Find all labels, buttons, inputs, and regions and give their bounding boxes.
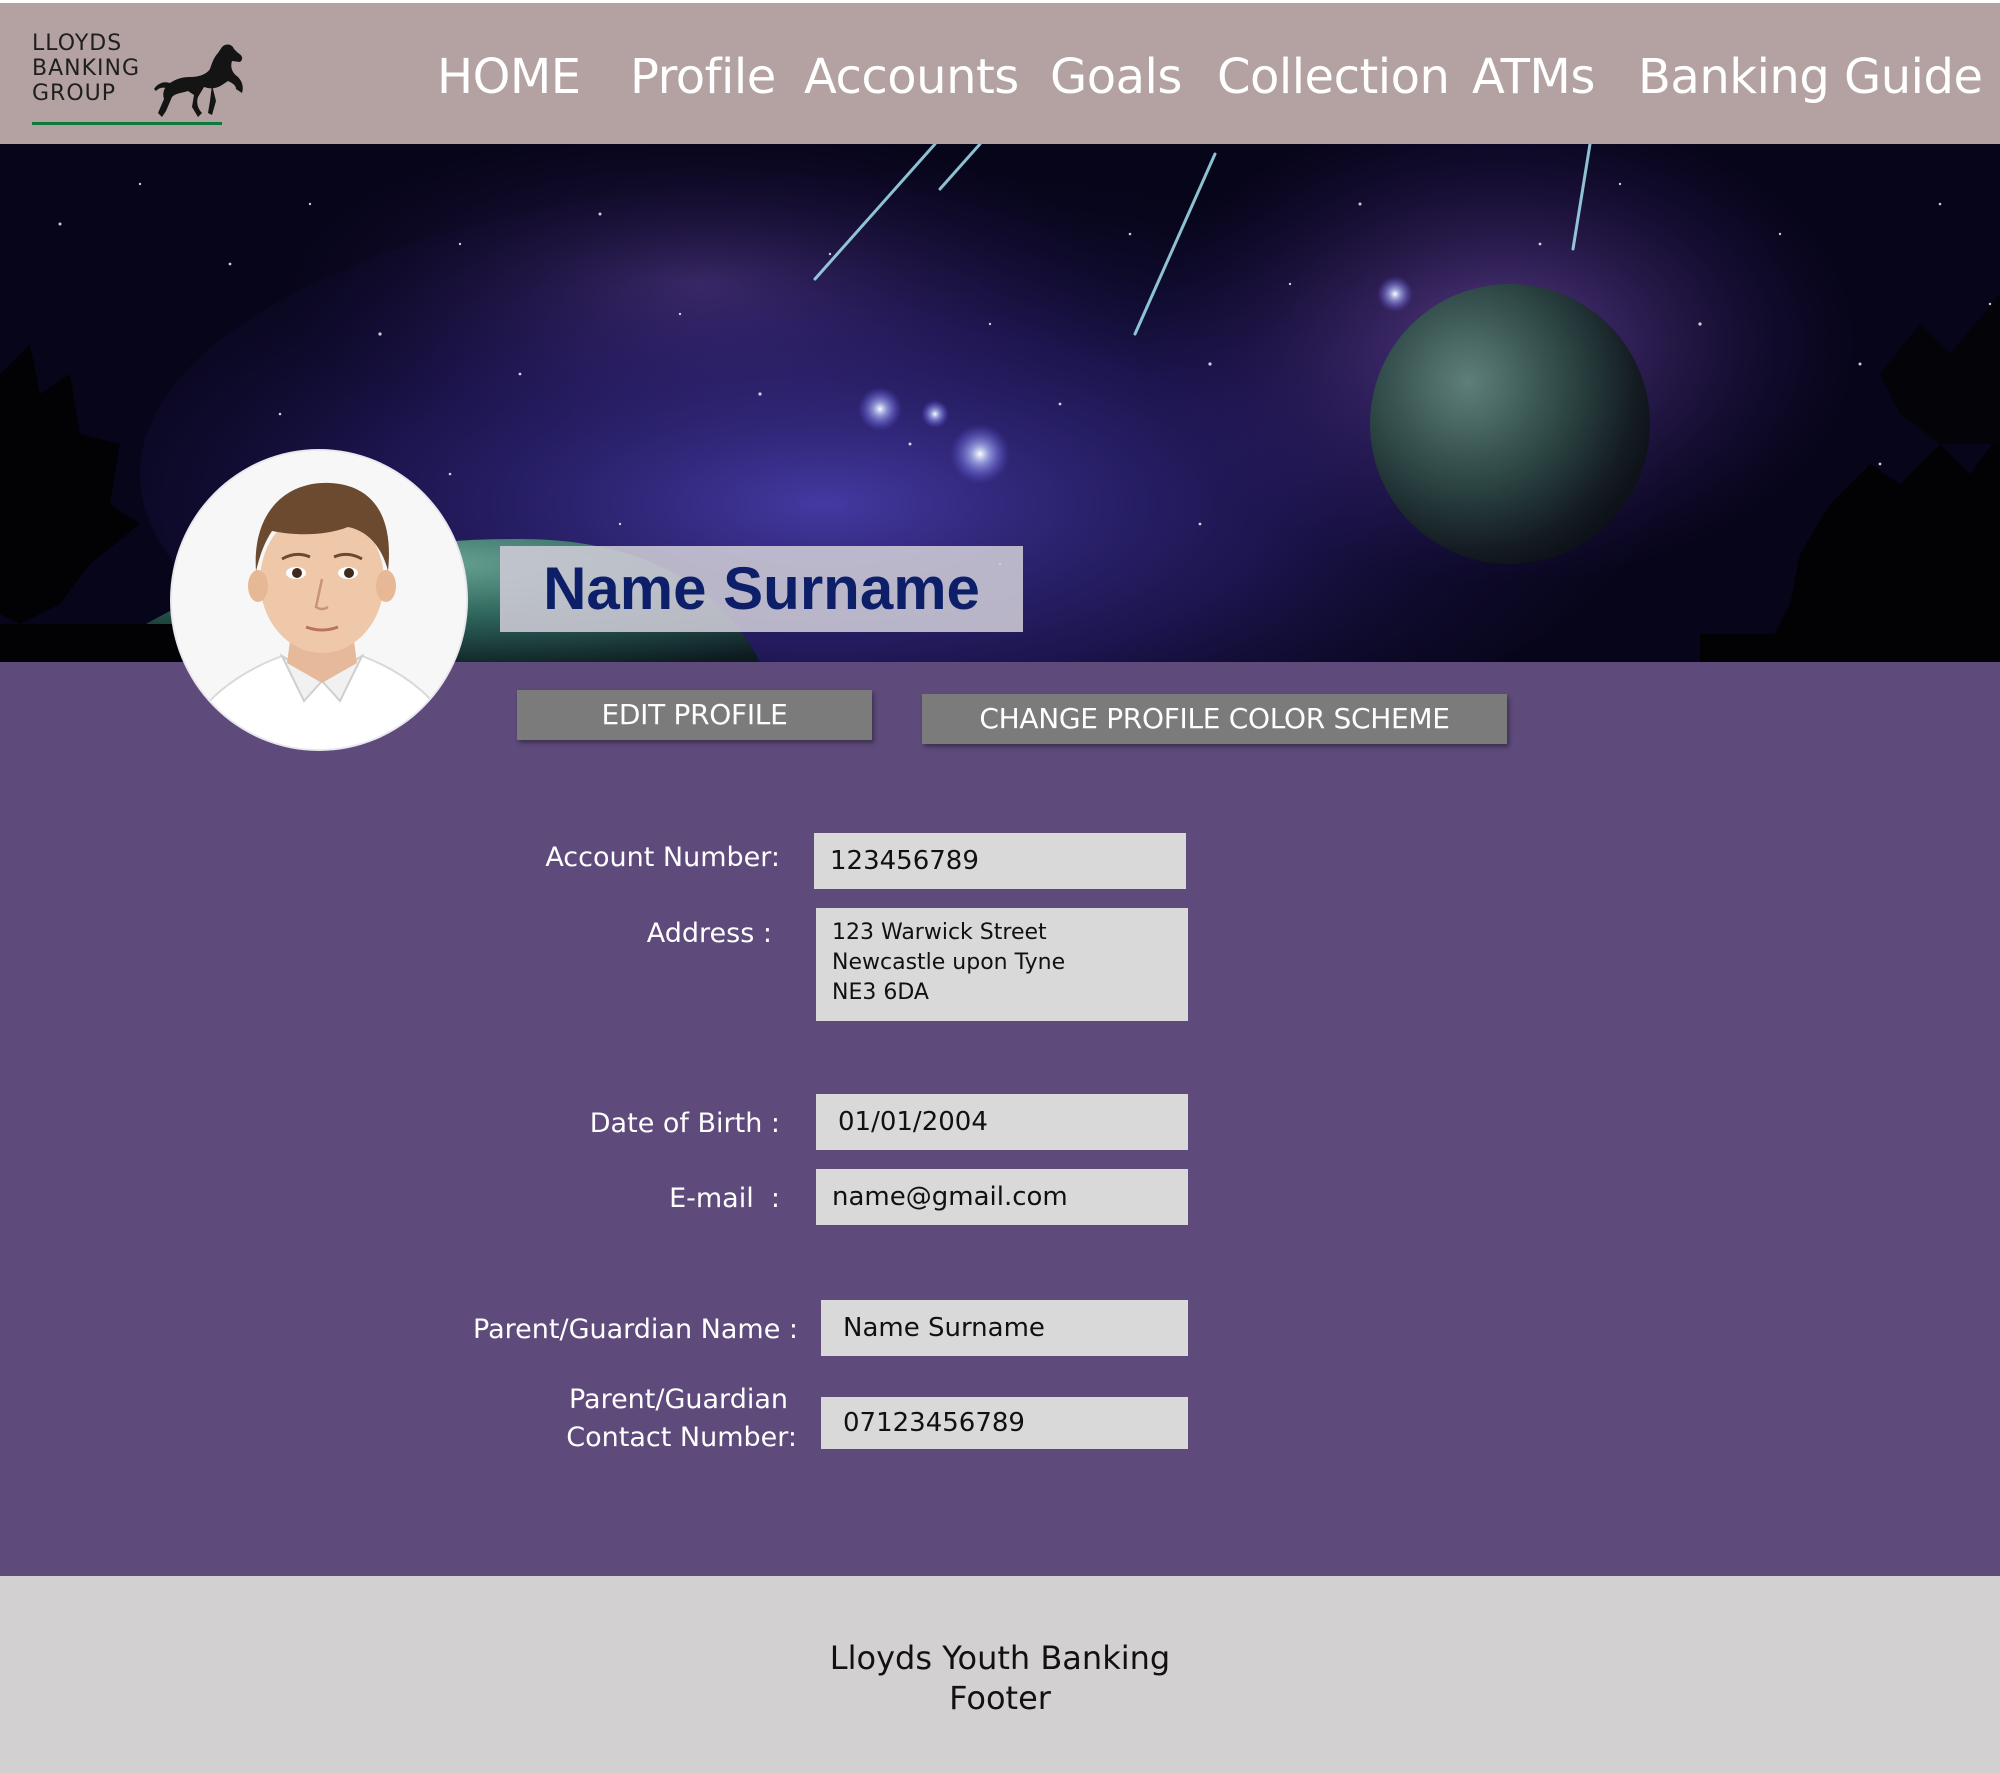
guardian-contact-field[interactable] [821, 1397, 1188, 1449]
email-field[interactable] [816, 1169, 1188, 1225]
nav-accounts[interactable]: Accounts [804, 45, 1019, 109]
dob-label: Date of Birth : [589, 1108, 780, 1139]
nav-profile[interactable]: Profile [630, 45, 776, 109]
address-line-3: NE3 6DA [832, 980, 929, 1005]
footer-line-1: Lloyds Youth Banking [829, 1639, 1171, 1677]
account-number-field[interactable] [814, 833, 1186, 889]
child-portrait-image [172, 451, 466, 749]
account-number-label: Account Number: [545, 842, 780, 873]
site-header: LLOYDS BANKING GROUP HOME Profile Accoun… [0, 3, 2000, 144]
site-footer: Lloyds Youth Banking Footer [0, 1576, 2000, 1773]
nav-home[interactable]: HOME [437, 45, 581, 109]
guardian-name-label: Parent/Guardian Name : [473, 1314, 798, 1345]
nav-atms[interactable]: ATMs [1472, 45, 1595, 109]
email-label: E-mail : [669, 1183, 780, 1214]
dob-field[interactable] [816, 1094, 1188, 1150]
nav-goals[interactable]: Goals [1050, 45, 1182, 109]
address-label: Address : [646, 918, 772, 949]
change-color-scheme-button[interactable]: CHANGE PROFILE COLOR SCHEME [922, 694, 1507, 744]
address-line-2: Newcastle upon Tyne [832, 950, 1066, 975]
edit-profile-button[interactable]: EDIT PROFILE [517, 690, 872, 740]
address-field[interactable]: 123 Warwick Street Newcastle upon Tyne N… [816, 908, 1188, 1021]
nav-banking-guide[interactable]: Banking Guide [1638, 45, 1983, 109]
profile-name: Name Surname [543, 555, 980, 622]
guardian-contact-label-line2: Contact Number: [566, 1422, 797, 1453]
footer-line-2: Footer [949, 1679, 1051, 1717]
footer-text: Lloyds Youth Banking Footer [700, 1638, 1300, 1718]
nav-collection[interactable]: Collection [1217, 45, 1450, 109]
profile-name-banner: Name Surname [500, 546, 1023, 632]
address-line-1: 123 Warwick Street [832, 920, 1047, 945]
guardian-name-field[interactable] [821, 1300, 1188, 1356]
main-nav: HOME Profile Accounts Goals Collection A… [0, 3, 2000, 144]
guardian-contact-label-line1: Parent/Guardian [568, 1384, 788, 1415]
profile-details-section: EDIT PROFILE CHANGE PROFILE COLOR SCHEME… [0, 662, 2000, 1576]
profile-avatar[interactable] [170, 449, 468, 751]
